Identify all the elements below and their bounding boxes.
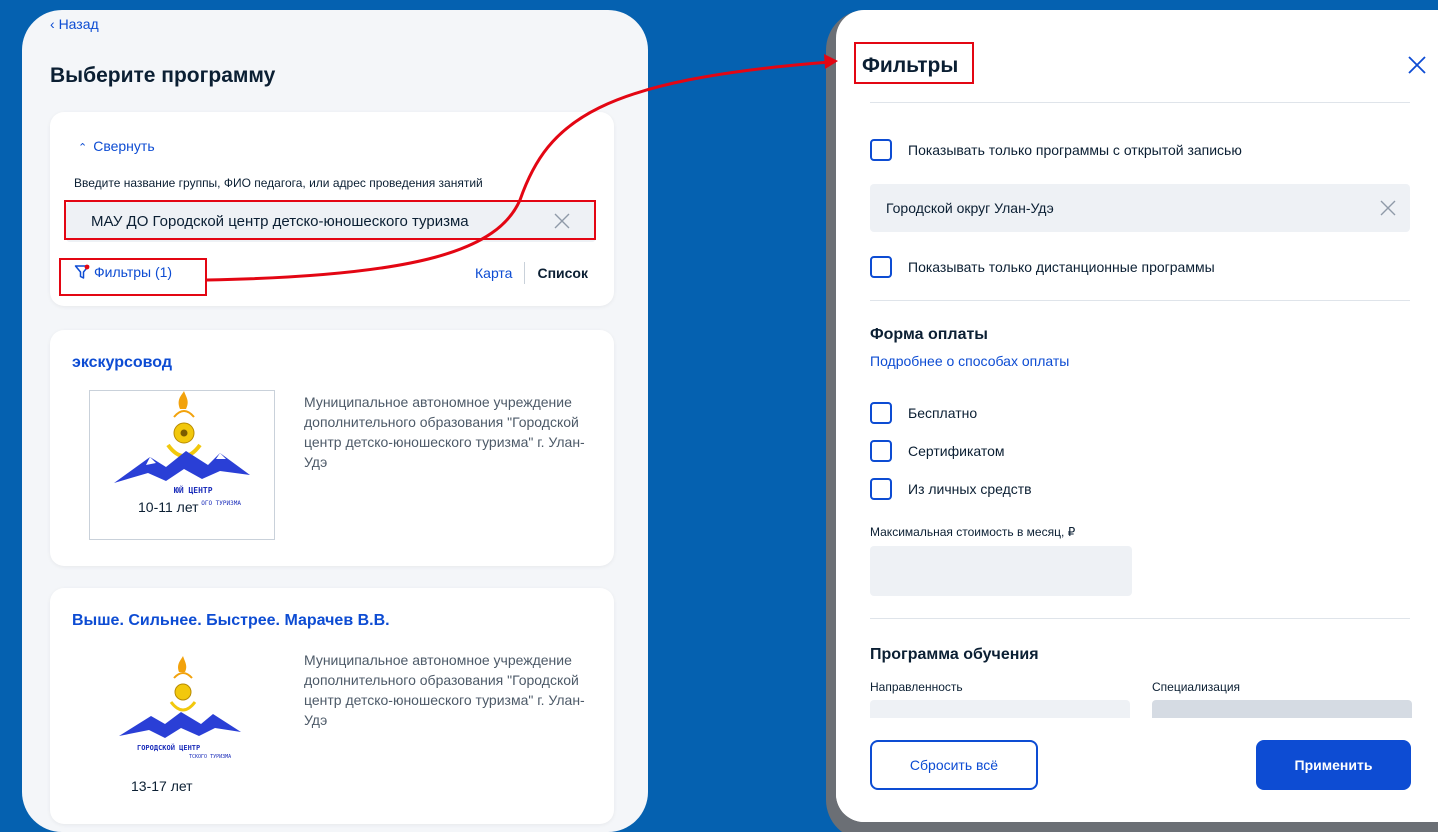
program-title[interactable]: Выше. Сильнее. Быстрее. Марачев В.В. xyxy=(72,612,390,630)
organization-logo: ГОРОДСКОЙ ЦЕНТР ТСКОГО ТУРИЗМА 13-17 лет xyxy=(89,648,275,798)
clear-icon[interactable] xyxy=(552,211,572,231)
region-select[interactable]: Городской округ Улан-Удэ xyxy=(870,184,1410,232)
remote-only-checkbox[interactable]: Показывать только дистанционные программ… xyxy=(870,256,1215,278)
page-title: Выберите программу xyxy=(50,64,276,87)
age-badge: 10-11 лет xyxy=(136,499,201,515)
back-label: Назад xyxy=(58,16,99,32)
svg-text:СКОГО ТУРИЗМА: СКОГО ТУРИЗМА xyxy=(194,500,241,507)
filters-title: Фильтры xyxy=(862,54,959,77)
checkbox[interactable] xyxy=(870,478,892,500)
payment-info-link[interactable]: Подробнее о способах оплаты xyxy=(870,353,1069,369)
chevron-up-icon: ⌃ xyxy=(78,142,88,154)
view-separator xyxy=(524,262,526,284)
organization-logo: ЮЙ ЦЕНТР СКОГО ТУРИЗМА 10-11 лет xyxy=(89,390,275,540)
svg-text:ТСКОГО ТУРИЗМА: ТСКОГО ТУРИЗМА xyxy=(189,754,231,760)
open-enrollment-checkbox[interactable]: Показывать только программы с открытой з… xyxy=(870,139,1242,161)
direction-label: Направленность xyxy=(870,680,963,694)
checkbox[interactable] xyxy=(870,402,892,424)
collapse-button[interactable]: ⌃ Свернуть xyxy=(78,138,155,154)
view-list-tab[interactable]: Список xyxy=(537,265,588,281)
filter-icon xyxy=(74,264,90,279)
max-cost-input[interactable] xyxy=(870,546,1132,596)
organization-name: Муниципальное автономное учреждение допо… xyxy=(304,394,585,470)
program-card[interactable]: экскурсовод ЮЙ ЦЕНТР СКОГО ТУРИЗМА 10-11… xyxy=(50,330,614,566)
divider xyxy=(870,300,1410,301)
logo-image: ЮЙ ЦЕНТР СКОГО ТУРИЗМА xyxy=(114,391,250,507)
apply-button[interactable]: Применить xyxy=(1256,740,1411,790)
view-switch: Карта Список xyxy=(475,262,588,284)
close-icon[interactable] xyxy=(1406,54,1428,76)
logo-image: ГОРОДСКОЙ ЦЕНТР ТСКОГО ТУРИЗМА xyxy=(119,656,241,760)
checkbox-label: Бесплатно xyxy=(908,405,978,421)
max-cost-label: Максимальная стоимость в месяц, ₽ xyxy=(870,525,1076,539)
back-link[interactable]: ‹ Назад xyxy=(50,16,99,32)
program-section-title: Программа обучения xyxy=(870,646,1039,663)
payment-certificate-checkbox[interactable]: Сертификатом xyxy=(870,440,1005,462)
program-title[interactable]: экскурсовод xyxy=(72,354,172,372)
reset-button[interactable]: Сбросить всё xyxy=(870,740,1038,790)
program-card[interactable]: Выше. Сильнее. Быстрее. Марачев В.В. ГОР… xyxy=(50,588,614,824)
checkbox-label: Показывать только программы с открытой з… xyxy=(908,142,1242,158)
payment-personal-checkbox[interactable]: Из личных средств xyxy=(870,478,1032,500)
collapse-label: Свернуть xyxy=(93,138,155,154)
age-badge: 13-17 лет xyxy=(131,778,193,794)
clear-icon[interactable] xyxy=(1378,198,1398,218)
search-input[interactable]: МАУ ДО Городской центр детско-юношеского… xyxy=(66,202,596,242)
filters-label: Фильтры (1) xyxy=(94,264,173,280)
checkbox[interactable] xyxy=(870,440,892,462)
checkbox[interactable] xyxy=(870,139,892,161)
divider xyxy=(870,102,1410,103)
checkbox-label: Сертификатом xyxy=(908,443,1005,459)
view-map-tab[interactable]: Карта xyxy=(475,265,512,281)
search-value: МАУ ДО Городской центр детско-юношеского… xyxy=(91,213,469,230)
filters-panel: Фильтры Показывать только программы с от… xyxy=(836,10,1438,822)
payment-free-checkbox[interactable]: Бесплатно xyxy=(870,402,977,424)
svg-text:ЮЙ ЦЕНТР: ЮЙ ЦЕНТР xyxy=(174,484,213,495)
program-list-screen: ‹ Назад Выберите программу ⌃ Свернуть Вве… xyxy=(22,10,648,832)
region-value: Городской округ Улан-Удэ xyxy=(886,200,1054,216)
checkbox[interactable] xyxy=(870,256,892,278)
checkbox-label: Из личных средств xyxy=(908,481,1032,497)
search-card: ⌃ Свернуть Введите название группы, ФИО п… xyxy=(50,112,614,306)
organization-name: Муниципальное автономное учреждение допо… xyxy=(304,652,585,728)
search-hint: Введите название группы, ФИО педагога, и… xyxy=(74,176,483,190)
payment-section-title: Форма оплаты xyxy=(870,326,988,343)
specialization-label: Специализация xyxy=(1152,680,1241,694)
divider xyxy=(870,618,1410,619)
filters-button[interactable]: Фильтры (1) xyxy=(74,264,172,280)
checkbox-label: Показывать только дистанционные программ… xyxy=(908,259,1215,275)
svg-text:ГОРОДСКОЙ ЦЕНТР: ГОРОДСКОЙ ЦЕНТР xyxy=(137,743,200,752)
